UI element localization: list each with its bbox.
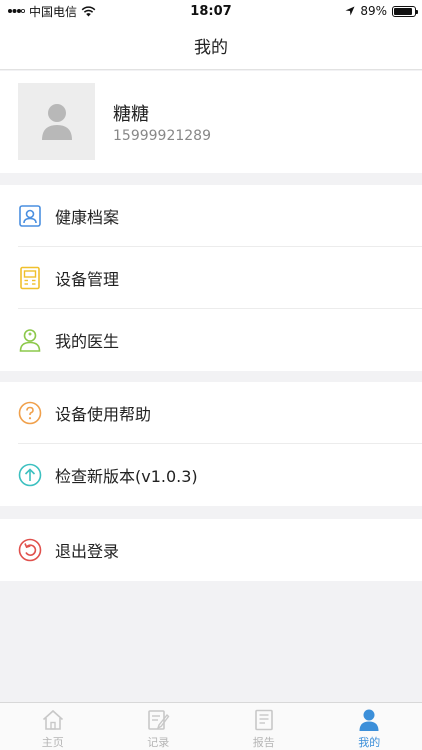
menu-item-label: 设备管理: [55, 270, 120, 289]
menu-item-label: 设备使用帮助: [55, 405, 152, 424]
profile-card[interactable]: 糖糖 15999921289: [0, 71, 422, 173]
user-phone: 15999921289: [113, 128, 211, 144]
page-title: 我的: [194, 38, 228, 58]
doctor-icon: [19, 329, 41, 352]
battery-fill: [394, 7, 412, 15]
health-record-icon: [19, 205, 41, 227]
location-arrow-icon: [345, 6, 355, 16]
menu-item-label: 检查新版本(v1.0.3): [55, 467, 198, 486]
menu-group-account: 退出登录: [0, 519, 422, 581]
nav-bar: 我的: [0, 22, 422, 70]
menu-item-my-doctor[interactable]: 我的医生: [0, 309, 422, 371]
menu-item-device-help[interactable]: 设备使用帮助: [0, 382, 422, 444]
default-avatar-icon: [41, 103, 72, 140]
menu-item-label: 健康档案: [55, 208, 120, 227]
tab-home[interactable]: 主页: [0, 703, 106, 750]
help-icon: [18, 401, 42, 425]
battery-percent: 89%: [360, 4, 387, 18]
avatar[interactable]: [18, 83, 95, 160]
menu-item-health-record[interactable]: 健康档案: [0, 185, 422, 247]
user-name: 糖糖: [113, 104, 149, 125]
battery-icon: [392, 5, 418, 17]
tab-label: 主页: [41, 736, 64, 749]
home-icon: [42, 709, 63, 730]
record-icon: [148, 710, 170, 730]
profile-icon: [359, 709, 379, 731]
menu-item-logout[interactable]: 退出登录: [0, 519, 422, 581]
menu-group-records: 健康档案 设备管理 我的医生: [0, 185, 422, 371]
tab-record[interactable]: 记录: [106, 703, 212, 750]
tab-label: 记录: [147, 736, 170, 749]
menu-group-support: 设备使用帮助 检查新版本(v1.0.3): [0, 382, 422, 506]
report-icon: [254, 709, 273, 731]
status-right: 89%: [345, 4, 418, 18]
tab-label: 报告: [252, 736, 275, 749]
device-manage-icon: [20, 266, 40, 290]
status-bar: 中国电信 18:07 89%: [0, 0, 422, 22]
tab-label: 我的: [358, 736, 381, 749]
logout-icon: [18, 538, 42, 562]
tab-bar: 主页 记录 报告 我的: [0, 702, 422, 750]
menu-item-device-manage[interactable]: 设备管理: [0, 247, 422, 309]
menu-item-check-update[interactable]: 检查新版本(v1.0.3): [0, 444, 422, 506]
menu-item-label: 我的医生: [55, 332, 120, 351]
tab-profile[interactable]: 我的: [317, 703, 422, 750]
update-icon: [18, 463, 42, 487]
tab-report[interactable]: 报告: [211, 703, 317, 750]
menu-item-label: 退出登录: [55, 542, 120, 561]
